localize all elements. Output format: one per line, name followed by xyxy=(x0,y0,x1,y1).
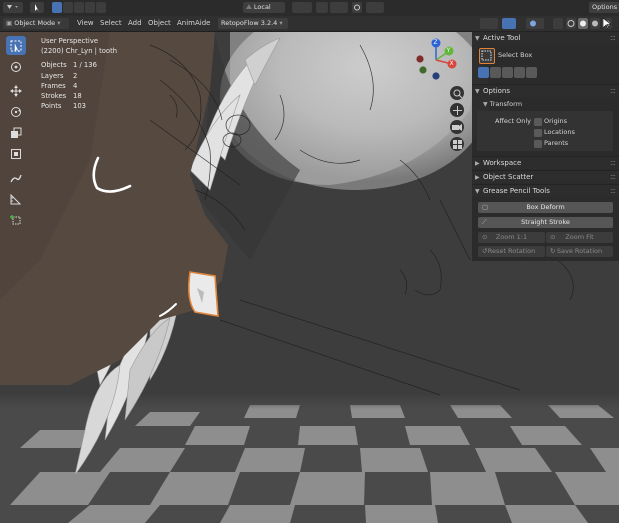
material-shading-icon[interactable] xyxy=(590,18,600,29)
options-section[interactable]: ▼ Options ::: xyxy=(472,84,619,97)
object-scatter-section[interactable]: ▶ Object Scatter ::: xyxy=(472,170,619,183)
add-cube-icon[interactable] xyxy=(6,210,26,229)
save-rotation-button[interactable]: ↻ Save Rotation xyxy=(546,246,613,257)
parents-label: Parents xyxy=(544,139,569,147)
annotate-icon[interactable] xyxy=(6,168,26,187)
new-selection-icon[interactable] xyxy=(52,2,62,13)
proportional-edit-icon[interactable] xyxy=(352,2,362,13)
difference-selection-icon[interactable] xyxy=(514,67,525,78)
object-mode-icon: ▣ xyxy=(6,19,13,27)
workspace-section[interactable]: ▶ Workspace ::: xyxy=(472,156,619,169)
pivot-point-icon[interactable] xyxy=(292,2,312,13)
navigation-gizmo[interactable]: Z Y X xyxy=(415,38,457,82)
snap-icon[interactable] xyxy=(316,2,328,13)
measure-icon[interactable] xyxy=(6,189,26,208)
snap-target-icon[interactable] xyxy=(330,2,348,13)
overlays-icon[interactable] xyxy=(526,18,544,29)
locations-checkbox[interactable] xyxy=(534,129,542,137)
zoom-fit-icon: ⊙ xyxy=(550,233,556,241)
viewport-header: ▣ Object Mode ▾ View Select Add Object A… xyxy=(0,16,619,32)
gizmo-z-label: Z xyxy=(433,38,438,46)
view-name: User Perspective xyxy=(41,37,99,45)
straight-stroke-button[interactable]: ⟋ Straight Stroke xyxy=(478,217,613,228)
subtract-selection-icon[interactable] xyxy=(74,2,84,13)
transform-orientation-dropdown[interactable]: ⟁ Local xyxy=(243,2,285,13)
origins-label: Origins xyxy=(544,117,568,125)
rotate-icon[interactable] xyxy=(6,102,26,121)
chevron-down-icon: ▾ xyxy=(57,19,61,27)
menu-select[interactable]: Select xyxy=(100,18,122,29)
tool-shelf xyxy=(6,36,28,231)
scale-icon[interactable] xyxy=(6,123,26,142)
reset-rotation-icon: ↺ xyxy=(482,247,488,255)
stat-strokes: Strokes 18 xyxy=(41,92,82,101)
zoom-view-icon[interactable] xyxy=(450,86,464,100)
options-dropdown[interactable]: Options xyxy=(589,2,619,13)
select-box-icon[interactable] xyxy=(6,36,26,55)
move-icon[interactable] xyxy=(6,81,26,100)
falloff-icon[interactable] xyxy=(366,2,384,13)
invert-selection-icon[interactable] xyxy=(85,2,95,13)
global-icon: ⟁ xyxy=(246,3,252,11)
origins-checkbox[interactable] xyxy=(534,118,542,126)
subtract-selection-icon[interactable] xyxy=(502,67,513,78)
gizmo-y-label: Y xyxy=(446,46,451,54)
cursor-icon[interactable] xyxy=(6,57,26,76)
zoom-11-button[interactable]: ⊙ Zoom 1:1 xyxy=(478,232,545,243)
viewport-info-overlay: User Perspective (2200) Chr_Lyn | tooth … xyxy=(41,36,117,111)
active-tool-section[interactable]: ▼ Active Tool ::: xyxy=(472,31,619,44)
extend-selection-icon[interactable] xyxy=(63,2,73,13)
transform-icon[interactable] xyxy=(6,144,26,163)
camera-view-icon[interactable] xyxy=(450,120,464,134)
editor-type-button[interactable] xyxy=(3,2,23,13)
parents-checkbox[interactable] xyxy=(534,140,542,148)
affect-only-label: Affect Only xyxy=(495,117,532,125)
menu-object[interactable]: Object xyxy=(148,18,171,29)
stat-layers: Layers 2 xyxy=(41,71,78,80)
mode-dropdown[interactable]: ▣ Object Mode ▾ xyxy=(3,18,69,29)
gizmo-toggle-icon[interactable] xyxy=(502,18,516,29)
intersect-selection-icon[interactable] xyxy=(96,2,106,13)
solid-shading-icon[interactable] xyxy=(578,18,588,29)
grid-view-icon[interactable] xyxy=(450,137,464,151)
line-icon: ⟋ xyxy=(482,218,487,226)
active-object-line: (2200) Chr_Lyn | tooth xyxy=(41,47,118,56)
box-deform-icon: ▢ xyxy=(482,203,489,211)
zoom-icon: ⊙ xyxy=(482,233,488,241)
stat-objects: Objects 1 / 136 xyxy=(41,61,97,70)
menu-animaide[interactable]: AnimAide xyxy=(177,18,210,29)
select-mode-button[interactable] xyxy=(30,2,44,13)
mouse-cursor-icon xyxy=(603,18,611,30)
xray-icon[interactable] xyxy=(553,18,563,29)
wireframe-shading-icon[interactable] xyxy=(566,18,576,29)
pan-view-icon[interactable] xyxy=(450,103,464,117)
zoom-fit-button[interactable]: ⊙ Zoom Fit xyxy=(546,232,613,243)
active-tool-name: Select Box xyxy=(498,51,533,59)
stat-points: Points 103 xyxy=(41,102,86,111)
retopoflow-button[interactable]: RetopoFlow 3.2.4 ▾ xyxy=(218,18,288,29)
extend-selection-icon[interactable] xyxy=(490,67,501,78)
top-header: ⟁ Local Options xyxy=(0,0,619,17)
menu-add[interactable]: Add xyxy=(128,18,142,29)
intersect-selection-icon[interactable] xyxy=(526,67,537,78)
gizmo-x-label: X xyxy=(449,59,454,67)
box-deform-button[interactable]: ▢ Box Deform xyxy=(478,202,613,213)
active-tool-icon[interactable] xyxy=(479,48,495,64)
reset-rotation-button[interactable]: ↺ Reset Rotation xyxy=(478,246,545,257)
save-rotation-icon: ↻ xyxy=(550,247,556,255)
stat-frames: Frames 4 xyxy=(41,81,78,90)
transform-subpanel-header[interactable]: ▼ Transform xyxy=(483,100,522,109)
grease-pencil-tools-section[interactable]: ▼ Grease Pencil Tools ::: xyxy=(472,184,619,197)
menu-view[interactable]: View xyxy=(77,18,94,29)
locations-label: Locations xyxy=(544,128,575,136)
chevron-down-icon: ▼ xyxy=(475,35,480,42)
sidebar-n-panel: ▼ Active Tool ::: Select Box ▼ Options :… xyxy=(472,31,619,261)
visibility-icon[interactable] xyxy=(480,18,498,29)
set-selection-icon[interactable] xyxy=(478,67,489,78)
